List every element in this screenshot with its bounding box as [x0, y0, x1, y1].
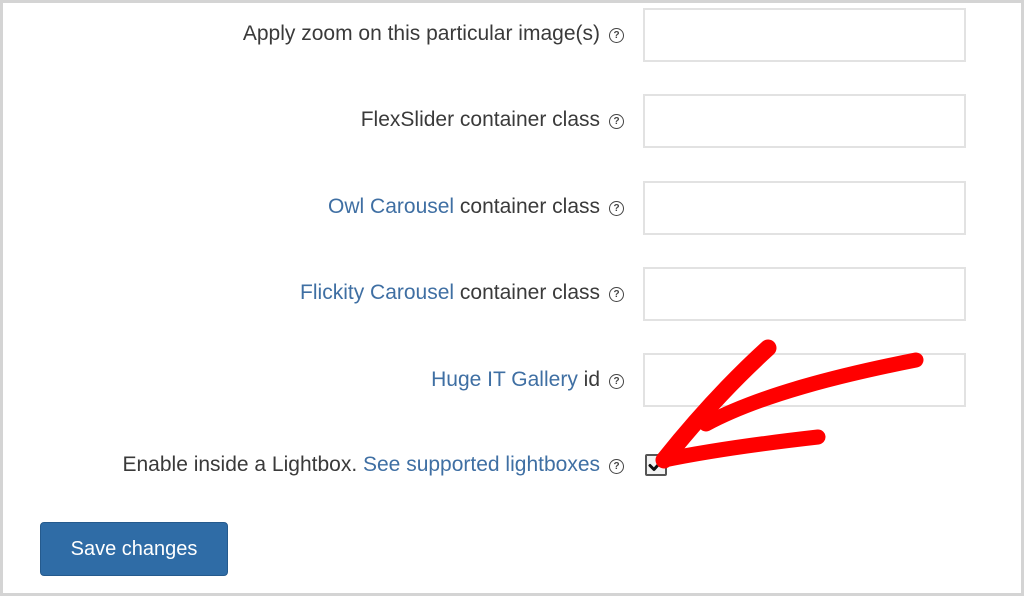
label-text: Enable inside a Lightbox.	[122, 453, 363, 476]
owl-carousel-link[interactable]: Owl Carousel	[328, 194, 454, 220]
help-icon[interactable]: ?	[609, 113, 624, 129]
label-apply-zoom: Apply zoom on this particular image(s) ?	[243, 21, 624, 47]
label-huge-it-gallery-id: Huge IT Gallery id ?	[431, 367, 624, 393]
label-flickity-carousel-class: Flickity Carousel container class ?	[300, 280, 624, 306]
label-enable-lightbox: Enable inside a Lightbox. See supported …	[122, 452, 624, 478]
save-changes-button[interactable]: Save changes	[40, 522, 228, 576]
help-icon[interactable]: ?	[609, 200, 624, 216]
help-icon[interactable]: ?	[609, 373, 624, 389]
help-icon[interactable]: ?	[609, 27, 624, 43]
label-text: Apply zoom on this particular image(s)	[242, 22, 600, 45]
huge-it-gallery-id-input[interactable]	[643, 353, 966, 407]
checkmark-icon	[648, 459, 664, 471]
huge-it-gallery-link[interactable]: Huge IT Gallery	[431, 367, 578, 393]
help-icon[interactable]: ?	[609, 458, 624, 474]
flickity-carousel-class-input[interactable]	[643, 267, 966, 321]
label-text: container class	[454, 195, 600, 218]
label-owl-carousel-class: Owl Carousel container class ?	[328, 194, 624, 220]
label-text: id	[577, 368, 600, 391]
supported-lightboxes-link[interactable]: See supported lightboxes	[363, 452, 600, 478]
flexslider-class-input[interactable]	[643, 94, 966, 148]
label-text: FlexSlider container class	[360, 108, 600, 131]
owl-carousel-class-input[interactable]	[643, 181, 966, 235]
help-icon[interactable]: ?	[609, 286, 624, 302]
label-flexslider-class: FlexSlider container class ?	[361, 107, 624, 133]
lightbox-checkbox[interactable]	[645, 454, 667, 476]
apply-zoom-images-input[interactable]	[643, 8, 966, 62]
flickity-carousel-link[interactable]: Flickity Carousel	[300, 280, 454, 306]
label-text: container class	[454, 281, 600, 304]
